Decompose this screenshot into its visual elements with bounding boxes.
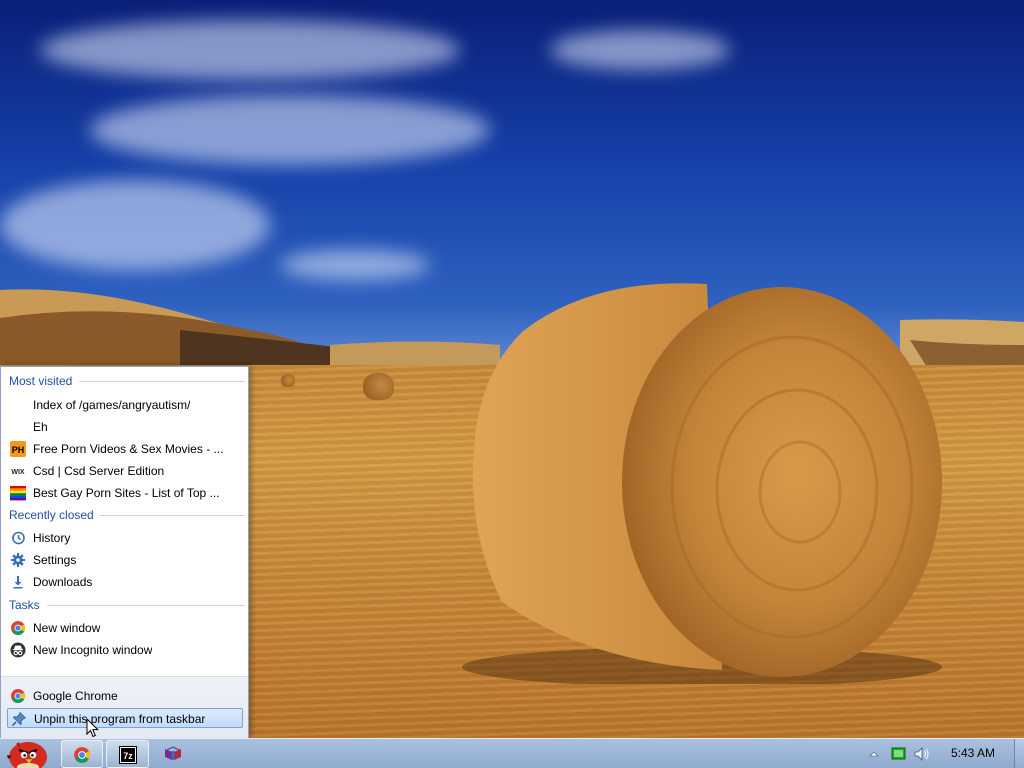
- distant-bale: [363, 373, 394, 400]
- mouse-pointer-icon: [86, 718, 100, 738]
- taskbar: 7z 5:43 AM: [0, 738, 1024, 768]
- taskbar-chrome-button[interactable]: [61, 740, 103, 768]
- ph-favicon-icon: PH: [10, 441, 26, 457]
- jump-item-new-window[interactable]: New window: [7, 618, 243, 638]
- jump-item-label: Unpin this program from taskbar: [34, 712, 206, 726]
- rainbow-flag-icon: [10, 485, 26, 501]
- section-divider: [47, 605, 245, 606]
- jump-item-google-chrome[interactable]: Google Chrome: [7, 686, 243, 706]
- clock-icon: [10, 530, 26, 546]
- start-button[interactable]: [2, 740, 52, 768]
- download-arrow-icon: [10, 574, 26, 590]
- jump-item-csd-server[interactable]: WIX Csd | Csd Server Edition: [7, 461, 243, 481]
- show-hidden-icons-arrow-icon: [869, 751, 879, 757]
- section-label-most-visited: Most visited: [9, 374, 73, 388]
- svg-text:7z: 7z: [123, 751, 133, 761]
- jump-item-label: New Incognito window: [33, 643, 153, 657]
- jump-item-index-of-games[interactable]: Index of /games/angryautism/: [7, 395, 243, 415]
- jump-item-best-gay-porn-sites[interactable]: Best Gay Porn Sites - List of Top ...: [7, 483, 243, 503]
- volume-icon: [914, 747, 929, 761]
- jump-item-label: Index of /games/angryautism/: [33, 398, 191, 412]
- angry-bird-icon: [7, 742, 47, 768]
- network-icon: [891, 747, 906, 760]
- distant-bale: [281, 374, 295, 387]
- network-tray-button[interactable]: [890, 746, 908, 762]
- taskbar-7zip-button[interactable]: 7z: [106, 740, 149, 768]
- blank-page-icon: [10, 397, 26, 413]
- chrome-icon: [10, 688, 26, 704]
- section-label-recently-closed: Recently closed: [9, 508, 94, 522]
- jump-item-label: Settings: [33, 553, 77, 567]
- chrome-jump-list: Most visited Index of /games/angryautism…: [0, 366, 249, 739]
- jump-item-label: Csd | Csd Server Edition: [33, 464, 165, 478]
- jump-item-label: Free Porn Videos & Sex Movies - ...: [33, 442, 224, 456]
- show-hidden-icons-button[interactable]: [866, 745, 882, 763]
- hay-bale: [462, 283, 942, 684]
- incognito-icon: [10, 642, 26, 658]
- jump-item-settings[interactable]: Settings: [7, 550, 243, 570]
- svg-text:PH: PH: [12, 445, 25, 455]
- section-divider: [99, 515, 245, 516]
- blank-page-icon: [10, 419, 26, 435]
- jump-item-label: Downloads: [33, 575, 93, 589]
- section-divider: [79, 381, 245, 382]
- jump-item-label: Best Gay Porn Sites - List of Top ...: [33, 486, 220, 500]
- svg-text:WIX: WIX: [11, 469, 25, 476]
- 7zip-icon: 7z: [118, 746, 137, 764]
- clock[interactable]: 5:43 AM: [936, 739, 1010, 768]
- jump-item-label: New window: [33, 621, 101, 635]
- jump-item-label: Google Chrome: [33, 689, 118, 703]
- unpin-icon: [11, 711, 27, 727]
- volume-tray-button[interactable]: [912, 745, 932, 763]
- winrar-icon: [165, 746, 181, 760]
- chrome-icon: [10, 620, 26, 636]
- jump-item-eh[interactable]: Eh: [7, 417, 243, 437]
- jump-item-label: Eh: [33, 420, 48, 434]
- chrome-icon: [74, 747, 90, 763]
- jump-item-free-porn-videos[interactable]: PH Free Porn Videos & Sex Movies - ...: [7, 439, 243, 459]
- show-desktop-button[interactable]: [1014, 739, 1024, 768]
- jump-item-label: History: [33, 531, 71, 545]
- jump-item-new-incognito-window[interactable]: New Incognito window: [7, 640, 243, 660]
- jump-item-downloads[interactable]: Downloads: [7, 572, 243, 592]
- unpin-from-taskbar-item[interactable]: Unpin this program from taskbar: [7, 708, 243, 728]
- wix-favicon-icon: WIX: [10, 463, 26, 479]
- taskbar-winrar-button[interactable]: [152, 740, 194, 768]
- gear-icon: [10, 552, 26, 568]
- section-label-tasks: Tasks: [9, 598, 40, 612]
- jump-item-history[interactable]: History: [7, 528, 243, 548]
